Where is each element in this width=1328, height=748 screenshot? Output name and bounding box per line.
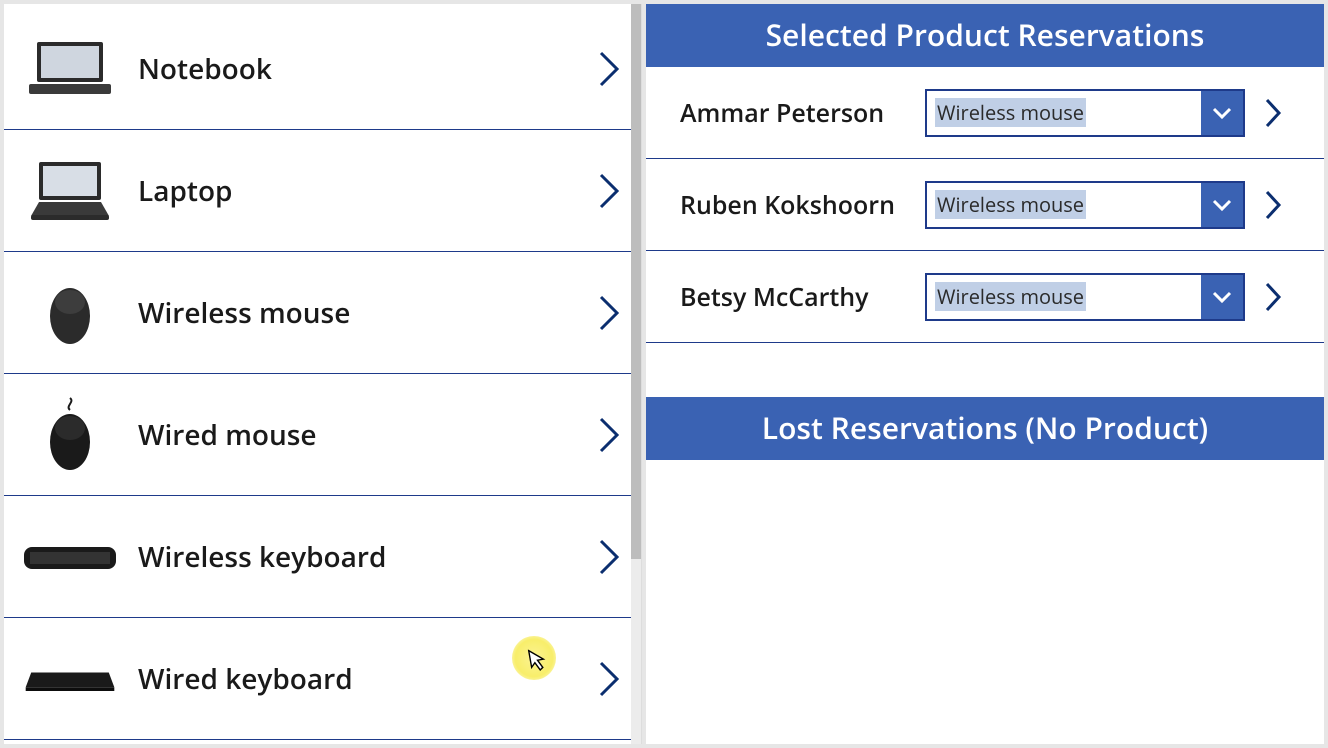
chevron-right-icon[interactable]	[1261, 93, 1285, 133]
product-label: Wireless keyboard	[138, 538, 595, 576]
keyboard-icon	[22, 642, 118, 716]
product-row-wireless-keyboard[interactable]: Wireless keyboard	[4, 496, 641, 618]
chevron-right-icon	[595, 291, 623, 335]
lost-reservations-section: Lost Reservations (No Product)	[646, 397, 1324, 460]
product-select[interactable]: Wireless mouse	[925, 181, 1245, 229]
product-select[interactable]: Wireless mouse	[925, 89, 1245, 137]
reservations-pane: Selected Product Reservations Ammar Pete…	[646, 4, 1324, 744]
mouse-wired-icon	[22, 398, 118, 472]
product-list-pane: Notebook Laptop	[4, 4, 642, 744]
product-row-wired-keyboard[interactable]: Wired keyboard	[4, 618, 641, 740]
product-row-wireless-mouse[interactable]: Wireless mouse	[4, 252, 641, 374]
product-row-laptop[interactable]: Laptop	[4, 130, 641, 252]
product-select-value: Wireless mouse	[927, 275, 1201, 319]
reservation-name: Ammar Peterson	[680, 96, 925, 130]
product-list: Notebook Laptop	[4, 4, 641, 740]
product-label: Wired mouse	[138, 416, 595, 454]
product-select-value: Wireless mouse	[927, 91, 1201, 135]
chevron-right-icon	[595, 657, 623, 701]
selected-reservations-list: Ammar Peterson Wireless mouse Ruben Koks…	[646, 67, 1324, 343]
chevron-right-icon[interactable]	[1261, 277, 1285, 317]
chevron-down-icon[interactable]	[1201, 275, 1243, 319]
product-select-value: Wireless mouse	[927, 183, 1201, 227]
chevron-right-icon	[595, 47, 623, 91]
reservation-row: Ammar Peterson Wireless mouse	[646, 67, 1324, 159]
product-row-notebook[interactable]: Notebook	[4, 8, 641, 130]
scrollbar-track[interactable]	[631, 4, 641, 744]
lost-reservations-header: Lost Reservations (No Product)	[646, 397, 1324, 460]
product-label: Wireless mouse	[138, 294, 595, 332]
selected-reservations-header: Selected Product Reservations	[646, 4, 1324, 67]
product-label: Notebook	[138, 50, 595, 88]
chevron-down-icon[interactable]	[1201, 91, 1243, 135]
chevron-down-icon[interactable]	[1201, 183, 1243, 227]
reservation-name: Ruben Kokshoorn	[680, 188, 925, 222]
reservation-name: Betsy McCarthy	[680, 280, 925, 314]
product-label: Laptop	[138, 172, 595, 210]
mouse-icon	[22, 276, 118, 350]
notebook-icon	[22, 32, 118, 106]
laptop-icon	[22, 154, 118, 228]
chevron-right-icon	[595, 535, 623, 579]
chevron-right-icon[interactable]	[1261, 185, 1285, 225]
reservation-row: Betsy McCarthy Wireless mouse	[646, 251, 1324, 343]
product-select[interactable]: Wireless mouse	[925, 273, 1245, 321]
chevron-right-icon	[595, 413, 623, 457]
product-row-wired-mouse[interactable]: Wired mouse	[4, 374, 641, 496]
reservation-row: Ruben Kokshoorn Wireless mouse	[646, 159, 1324, 251]
scrollbar-thumb[interactable]	[631, 4, 641, 559]
chevron-right-icon	[595, 169, 623, 213]
keyboard-icon	[22, 520, 118, 594]
product-label: Wired keyboard	[138, 660, 595, 698]
